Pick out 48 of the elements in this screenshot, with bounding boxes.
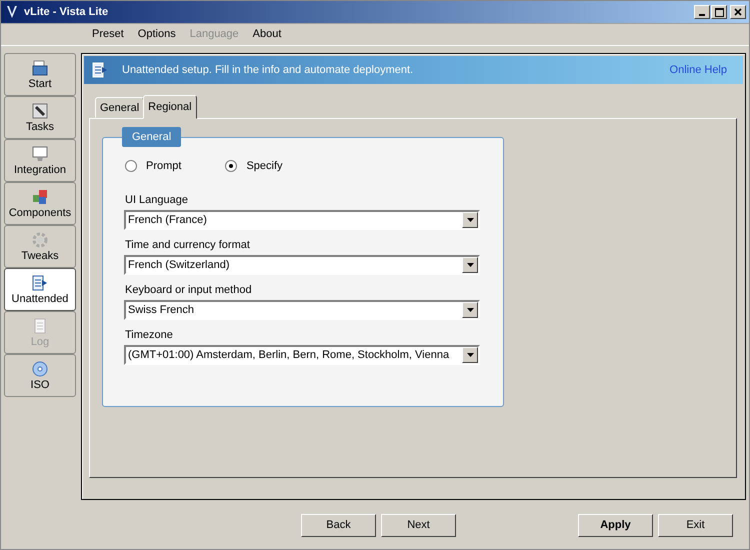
field-label: UI Language bbox=[125, 194, 189, 206]
dialog-button[interactable]: Exit bbox=[658, 514, 733, 536]
dialog-button[interactable]: Next bbox=[381, 514, 456, 536]
dropdown-arrow-icon bbox=[466, 353, 474, 357]
dropdown[interactable]: (GMT+01:00) Amsterdam, Berlin, Bern, Rome, Stockholm, Vienna bbox=[124, 345, 480, 365]
tab[interactable]: Regional bbox=[143, 95, 197, 119]
folder-icon bbox=[32, 60, 48, 76]
cubes-icon bbox=[32, 188, 48, 204]
monitor-icon bbox=[32, 146, 48, 162]
banner-text: Unattended setup. Fill in the info and automate deployment. bbox=[122, 64, 414, 76]
field-label: Timezone bbox=[125, 329, 174, 341]
sidebar-item[interactable]: Tweaks bbox=[4, 225, 76, 268]
close-button[interactable] bbox=[730, 5, 746, 19]
online-help-link[interactable]: Online Help bbox=[670, 64, 727, 76]
page-icon bbox=[32, 318, 48, 334]
dropdown-arrow-icon bbox=[466, 308, 474, 312]
tab[interactable]: General bbox=[95, 97, 144, 118]
close-icon bbox=[734, 8, 742, 16]
maximize-icon bbox=[714, 8, 724, 16]
dropdown-arrow-icon bbox=[466, 218, 474, 222]
field-label: Keyboard or input method bbox=[125, 284, 253, 296]
sidebar-item[interactable]: Integration bbox=[4, 139, 76, 182]
dropdown[interactable]: Swiss French bbox=[124, 300, 480, 320]
field-label: Time and currency format bbox=[125, 239, 251, 251]
dialog-button[interactable]: Back bbox=[301, 514, 376, 536]
group-title: General bbox=[122, 127, 182, 147]
menu-item[interactable]: Preset bbox=[85, 28, 131, 40]
sidebar-item[interactable]: Tasks bbox=[4, 96, 76, 139]
sidebar-item[interactable]: Unattended bbox=[4, 268, 76, 311]
document-icon bbox=[92, 62, 108, 78]
radio-option[interactable]: Specify bbox=[225, 160, 283, 172]
maximize-button[interactable] bbox=[711, 5, 727, 19]
minimize-button[interactable] bbox=[694, 5, 710, 19]
dropdown[interactable]: French (Switzerland) bbox=[124, 255, 480, 275]
dropdown-arrow-icon bbox=[466, 263, 474, 267]
dialog-button[interactable]: Apply bbox=[578, 514, 653, 536]
disc-icon bbox=[32, 360, 48, 376]
dropdown[interactable]: French (France) bbox=[124, 210, 480, 230]
app-logo-icon bbox=[6, 5, 18, 19]
sidebar-item[interactable]: Components bbox=[4, 182, 76, 225]
gear-icon bbox=[32, 232, 48, 248]
window-title: vLite - Vista Lite bbox=[24, 6, 108, 18]
sidebar-item[interactable]: ISO bbox=[4, 354, 76, 397]
document-icon bbox=[32, 274, 48, 290]
menu-item[interactable]: About bbox=[246, 28, 288, 40]
menu-item[interactable]: Options bbox=[130, 28, 183, 40]
sidebar-item[interactable]: Start bbox=[4, 53, 76, 96]
radio-option[interactable]: Prompt bbox=[125, 160, 182, 172]
